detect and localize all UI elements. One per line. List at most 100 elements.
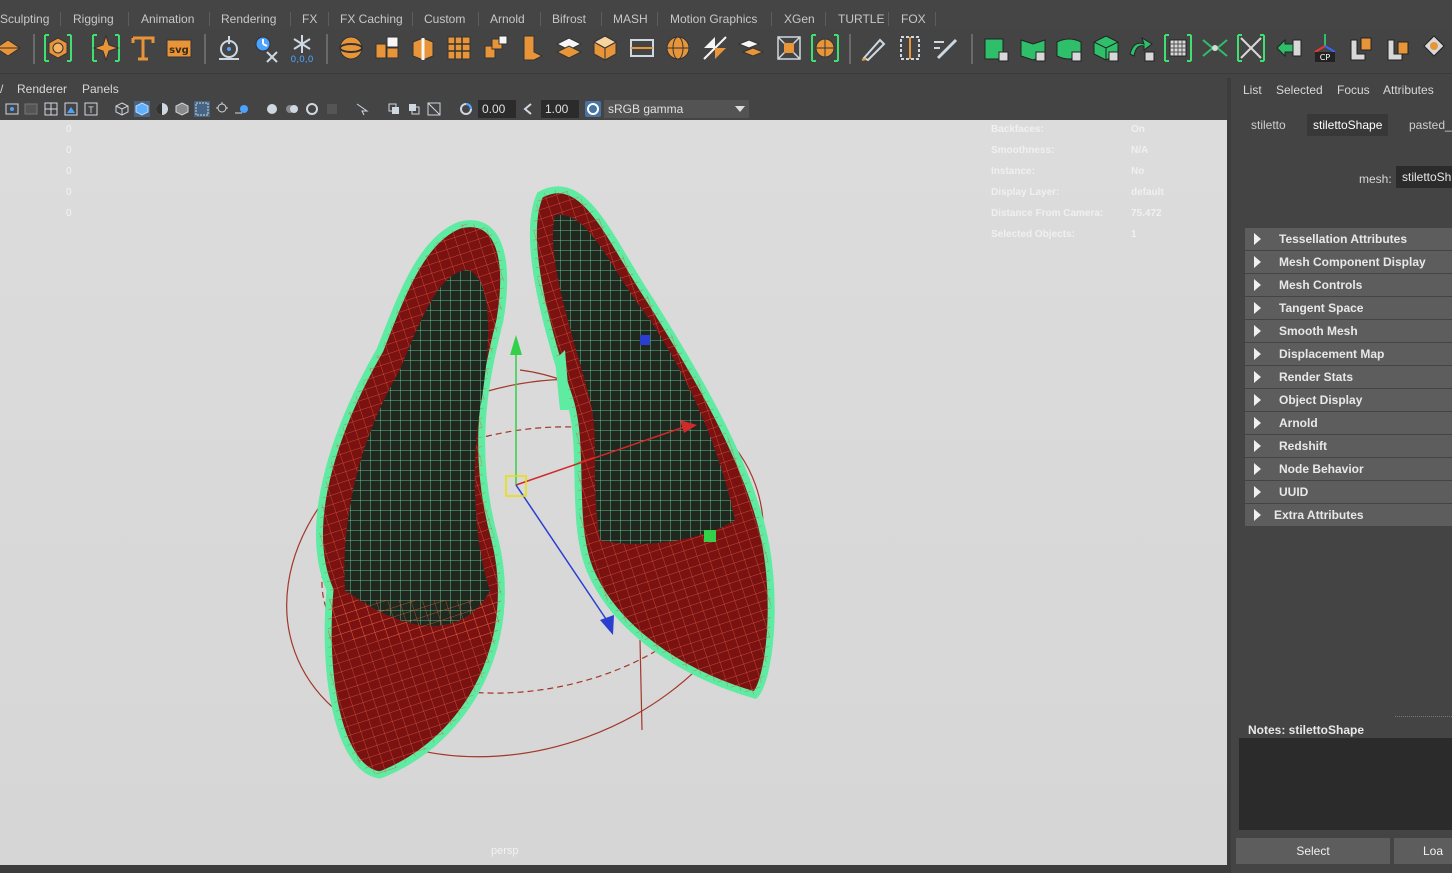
depth-of-field-icon[interactable] bbox=[304, 101, 320, 117]
smooth-bind-icon[interactable] bbox=[1382, 32, 1414, 64]
section-node-behavior[interactable]: Node Behavior bbox=[1245, 458, 1452, 480]
sculpt-tool-icon[interactable] bbox=[213, 32, 245, 64]
attr-menu-selected[interactable]: Selected bbox=[1276, 83, 1323, 97]
shelf-tab-sculpting[interactable]: Sculpting bbox=[0, 12, 49, 28]
edge-cut-bracketed-icon[interactable] bbox=[1235, 32, 1267, 64]
shelf-tab-fx-caching[interactable]: FX Caching bbox=[340, 12, 403, 28]
uv-editor-bracketed-icon[interactable] bbox=[1162, 32, 1194, 64]
unfold-icon[interactable] bbox=[1273, 32, 1305, 64]
uv-cylinder-icon[interactable] bbox=[1053, 32, 1085, 64]
notes-resize-grip[interactable] bbox=[1395, 716, 1452, 718]
pencil-icon[interactable] bbox=[858, 32, 890, 64]
resolution-gate-icon[interactable]: T bbox=[83, 101, 99, 117]
bevel-ring-icon[interactable] bbox=[335, 32, 367, 64]
panel-splitter[interactable] bbox=[1227, 78, 1231, 873]
shelf-tab-bifrost[interactable]: Bifrost bbox=[552, 12, 586, 28]
multisample-aa-icon[interactable] bbox=[284, 101, 300, 117]
section-render-stats[interactable]: Render Stats bbox=[1245, 366, 1452, 388]
smooth-shade-icon[interactable] bbox=[134, 101, 150, 117]
shelf-tab-fox[interactable]: FOX bbox=[901, 12, 926, 28]
rigid-bind-icon[interactable] bbox=[1345, 32, 1377, 64]
smooth-mesh-icon[interactable] bbox=[553, 32, 585, 64]
separate-icon[interactable] bbox=[516, 32, 548, 64]
viewport-panel[interactable]: / Renderer Panels T 0.00 1.00 sRGB gamma bbox=[0, 78, 1227, 865]
viewport-menu-panels[interactable]: Panels bbox=[82, 82, 119, 96]
tab-stiletto-shape[interactable]: stilettoShape bbox=[1307, 114, 1389, 136]
section-object-display[interactable]: Object Display bbox=[1245, 389, 1452, 411]
bridge-icon[interactable] bbox=[371, 32, 403, 64]
motion-blur-icon[interactable] bbox=[264, 101, 280, 117]
section-tangent-space[interactable]: Tangent Space bbox=[1245, 297, 1452, 319]
sparkle-bracketed-icon[interactable] bbox=[90, 32, 122, 64]
uv-planar-icon[interactable] bbox=[1017, 32, 1049, 64]
assign-material-icon[interactable] bbox=[980, 32, 1012, 64]
cp-pivot-icon[interactable]: CP bbox=[1309, 32, 1341, 64]
shadows-icon[interactable] bbox=[214, 101, 230, 117]
scene-3d[interactable] bbox=[0, 120, 1227, 865]
xray-components-icon[interactable] bbox=[406, 101, 422, 117]
extrude-icon[interactable] bbox=[407, 32, 439, 64]
paint-weights-icon[interactable] bbox=[1418, 32, 1450, 64]
combine-icon[interactable] bbox=[480, 32, 512, 64]
notes-textarea[interactable] bbox=[1239, 738, 1452, 830]
gamma-field[interactable]: 1.00 bbox=[541, 100, 579, 118]
triangulate-icon[interactable] bbox=[773, 32, 805, 64]
uv-sphere-icon[interactable] bbox=[1090, 32, 1122, 64]
film-gate-icon[interactable] bbox=[63, 101, 79, 117]
screen-space-ao-icon[interactable] bbox=[234, 101, 250, 117]
section-uuid[interactable]: UUID bbox=[1245, 481, 1452, 503]
shelf-tab-custom[interactable]: Custom bbox=[424, 12, 465, 28]
shelf-tab-turtle[interactable]: TURTLE bbox=[838, 12, 884, 28]
section-redshift[interactable]: Redshift bbox=[1245, 435, 1452, 457]
shelf-tab-mash[interactable]: MASH bbox=[613, 12, 648, 28]
section-smooth-mesh[interactable]: Smooth Mesh bbox=[1245, 320, 1452, 342]
section-arnold[interactable]: Arnold bbox=[1245, 412, 1452, 434]
poly-sphere-icon[interactable] bbox=[662, 32, 694, 64]
section-displacement-map[interactable]: Displacement Map bbox=[1245, 343, 1452, 365]
xray-icon[interactable] bbox=[354, 101, 370, 117]
snowflake-icon[interactable]: 0,0,0 bbox=[286, 32, 318, 64]
xray-joints-icon[interactable] bbox=[386, 101, 402, 117]
camera-select-icon[interactable] bbox=[4, 101, 20, 117]
text-tool-icon[interactable] bbox=[127, 32, 159, 64]
viewport-canvas[interactable]: 0 0 0 0 0 Backfaces: On Smoothness: N/A … bbox=[0, 120, 1227, 865]
section-extra-attributes[interactable]: Extra Attributes bbox=[1245, 504, 1452, 526]
uv-auto-icon[interactable] bbox=[1126, 32, 1158, 64]
viewport-menu-renderer[interactable]: Renderer bbox=[17, 82, 67, 96]
exposure-icon[interactable] bbox=[458, 101, 474, 117]
shelf-tab-arnold[interactable]: Arnold bbox=[490, 12, 525, 28]
sphere-bracketed-icon[interactable] bbox=[809, 32, 841, 64]
uv-snapshot-icon[interactable] bbox=[1199, 32, 1231, 64]
brush-icon[interactable] bbox=[930, 32, 962, 64]
attr-menu-list[interactable]: List bbox=[1243, 83, 1262, 97]
shelf-tab-animation[interactable]: Animation bbox=[141, 12, 194, 28]
section-mesh-component-display[interactable]: Mesh Component Display bbox=[1245, 251, 1452, 273]
camera-attributes-icon[interactable] bbox=[23, 101, 39, 117]
cube-icon[interactable] bbox=[589, 32, 621, 64]
tab-pasted[interactable]: pasted_ bbox=[1403, 114, 1452, 136]
shelf-tab-fx[interactable]: FX bbox=[302, 12, 317, 28]
transform-clear-icon[interactable] bbox=[249, 32, 281, 64]
wireframe-icon[interactable] bbox=[114, 101, 130, 117]
attr-menu-attributes[interactable]: Attributes bbox=[1383, 83, 1434, 97]
backface-culling-icon[interactable] bbox=[426, 101, 442, 117]
color-management-dropdown[interactable]: sRGB gamma bbox=[604, 100, 749, 118]
wireframe-on-shaded-icon[interactable] bbox=[154, 101, 170, 117]
section-tessellation-attributes[interactable]: Tessellation Attributes bbox=[1245, 228, 1452, 250]
grid-icon[interactable] bbox=[43, 101, 59, 117]
tab-stiletto[interactable]: stiletto bbox=[1245, 114, 1292, 136]
isolate-select-icon[interactable] bbox=[324, 101, 340, 117]
poly-wedge-icon[interactable] bbox=[0, 32, 24, 64]
poly-sphere-bracketed-icon[interactable] bbox=[42, 32, 74, 64]
svg-tool-icon[interactable]: svg bbox=[163, 32, 195, 64]
insert-edge-loop-icon[interactable] bbox=[626, 32, 658, 64]
select-button[interactable]: Select bbox=[1236, 838, 1390, 864]
shelf-tab-rendering[interactable]: Rendering bbox=[221, 12, 276, 28]
textured-icon[interactable] bbox=[174, 101, 190, 117]
multi-cut-icon[interactable] bbox=[443, 32, 475, 64]
gamma-icon[interactable] bbox=[521, 101, 537, 117]
shelf-tab-xgen[interactable]: XGen bbox=[784, 12, 815, 28]
load-attributes-button[interactable]: Loa bbox=[1394, 838, 1452, 864]
attr-menu-focus[interactable]: Focus bbox=[1337, 83, 1370, 97]
section-mesh-controls[interactable]: Mesh Controls bbox=[1245, 274, 1452, 296]
